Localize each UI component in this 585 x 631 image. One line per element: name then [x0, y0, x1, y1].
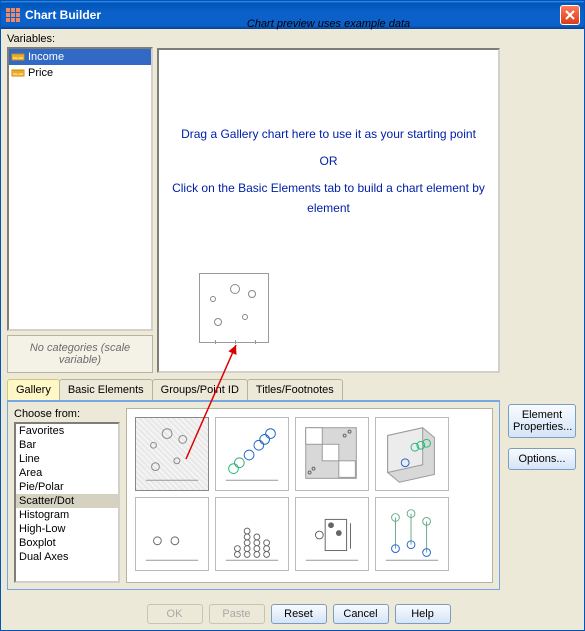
close-button[interactable]	[560, 5, 580, 25]
options-button[interactable]: Options...	[508, 448, 576, 470]
thumb-simple-scatter[interactable]	[135, 417, 209, 491]
tab-gallery[interactable]: Gallery	[7, 379, 60, 400]
tab-groups-point-id[interactable]: Groups/Point ID	[152, 379, 248, 400]
choose-item-scatter-dot[interactable]: Scatter/Dot	[16, 494, 118, 508]
thumb-simple-dot[interactable]	[135, 497, 209, 571]
scale-icon	[11, 66, 25, 80]
reset-button[interactable]: Reset	[271, 604, 327, 624]
preview-header: Chart preview uses example data	[157, 18, 500, 30]
scale-icon	[11, 50, 25, 64]
element-properties-button[interactable]: Element Properties...	[508, 404, 576, 438]
close-icon	[565, 10, 575, 20]
help-button[interactable]: Help	[395, 604, 451, 624]
variables-listbox[interactable]: Income Price	[7, 47, 153, 331]
choose-item-dual-axes[interactable]: Dual Axes	[16, 550, 118, 564]
categories-box: No categories (scale variable)	[7, 335, 153, 373]
bottom-button-bar: OK Paste Reset Cancel Help	[7, 604, 585, 624]
variable-name: Income	[28, 51, 64, 63]
content-area: Variables: Income Price No categories (sc…	[1, 29, 584, 630]
chart-preview-dropzone[interactable]: Drag a Gallery chart here to use it as y…	[157, 48, 500, 373]
variable-item[interactable]: Income	[9, 49, 151, 65]
thumb-grouped-scatter[interactable]	[215, 417, 289, 491]
choose-from-list[interactable]: FavoritesBarLineAreaPie/PolarScatter/Dot…	[14, 422, 120, 583]
variable-item[interactable]: Price	[9, 65, 151, 81]
app-icon	[5, 7, 21, 23]
choose-item-high-low[interactable]: High-Low	[16, 522, 118, 536]
thumb-drop-line[interactable]	[375, 497, 449, 571]
tab-row: GalleryBasic ElementsGroups/Point IDTitl…	[7, 379, 500, 400]
choose-item-bar[interactable]: Bar	[16, 438, 118, 452]
cancel-button[interactable]: Cancel	[333, 604, 389, 624]
variable-name: Price	[28, 67, 53, 79]
tab-titles-footnotes[interactable]: Titles/Footnotes	[247, 379, 343, 400]
variables-label: Variables:	[7, 33, 153, 45]
choose-from-label: Choose from:	[14, 408, 120, 420]
paste-button: Paste	[209, 604, 265, 624]
preview-instructions: Drag a Gallery chart here to use it as y…	[159, 125, 498, 218]
tab-basic-elements[interactable]: Basic Elements	[59, 379, 153, 400]
ok-button: OK	[147, 604, 203, 624]
thumb-overlay-scatter[interactable]	[295, 497, 369, 571]
choose-item-boxplot[interactable]: Boxplot	[16, 536, 118, 550]
thumb-scatter-matrix[interactable]	[295, 417, 369, 491]
chart-thumbs-grid	[126, 408, 493, 583]
chart-builder-window: Chart Builder Variables: IncomePrice No …	[0, 0, 585, 631]
thumb-stacked-dot[interactable]	[215, 497, 289, 571]
thumb-3d-scatter[interactable]	[375, 417, 449, 491]
choose-item-histogram[interactable]: Histogram	[16, 508, 118, 522]
choose-item-line[interactable]: Line	[16, 452, 118, 466]
dragged-chart-thumb	[199, 273, 269, 343]
gallery-panel: Choose from: FavoritesBarLineAreaPie/Pol…	[7, 400, 500, 590]
choose-item-area[interactable]: Area	[16, 466, 118, 480]
choose-item-pie-polar[interactable]: Pie/Polar	[16, 480, 118, 494]
choose-item-favorites[interactable]: Favorites	[16, 424, 118, 438]
